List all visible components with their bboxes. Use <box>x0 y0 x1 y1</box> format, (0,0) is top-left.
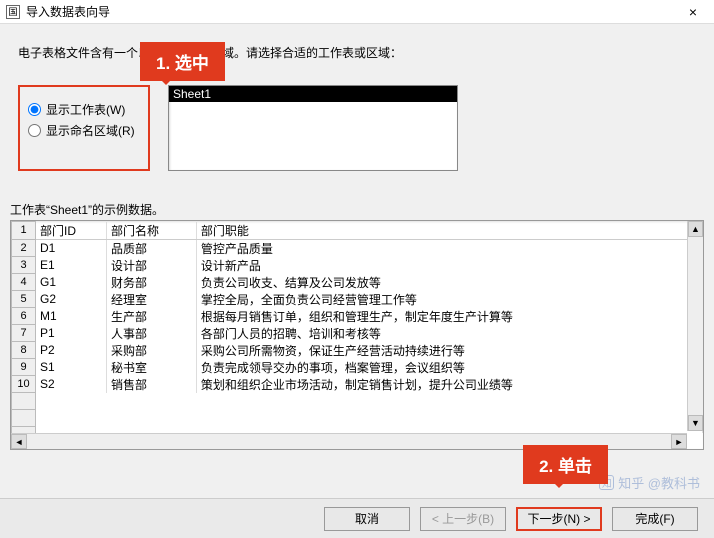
table-row: 8P2采购部采购公司所需物资，保证生产经营活动持续进行等 <box>12 342 703 359</box>
scroll-right-icon[interactable]: ► <box>671 434 687 449</box>
row-number: 7 <box>12 325 36 342</box>
table-cell: 设计部 <box>106 257 196 274</box>
row-number <box>12 410 36 427</box>
table-cell: 品质部 <box>106 239 196 257</box>
scroll-down-icon[interactable]: ▼ <box>688 415 703 431</box>
table-cell: 设计新产品 <box>196 257 702 274</box>
row-number: 1 <box>12 222 36 240</box>
column-header: 部门名称 <box>106 222 196 240</box>
table-cell: E1 <box>36 257 107 274</box>
listbox-item[interactable]: Sheet1 <box>169 86 457 102</box>
row-number: 9 <box>12 359 36 376</box>
column-header: 部门职能 <box>196 222 702 240</box>
app-icon: 国 <box>6 5 20 19</box>
table-cell <box>36 393 703 410</box>
table-cell: 生产部 <box>106 308 196 325</box>
titlebar: 国 导入数据表向导 × <box>0 0 714 24</box>
table-row: 2D1品质部管控产品质量 <box>12 239 703 257</box>
radio-show-named-ranges[interactable]: 显示命名区域(R) <box>28 122 140 139</box>
table-cell: P2 <box>36 342 107 359</box>
table-row: 3E1设计部设计新产品 <box>12 257 703 274</box>
table-cell: 采购公司所需物资，保证生产经营活动持续进行等 <box>196 342 702 359</box>
row-number: 4 <box>12 274 36 291</box>
footer: 取消 < 上一步(B) 下一步(N) > 完成(F) <box>0 498 714 538</box>
table-cell: 采购部 <box>106 342 196 359</box>
cancel-button[interactable]: 取消 <box>324 507 410 531</box>
scroll-up-icon[interactable]: ▲ <box>688 221 703 237</box>
table-header-row: 1部门ID部门名称部门职能 <box>12 222 703 240</box>
table-row: 7P1人事部各部门人员的招聘、培训和考核等 <box>12 325 703 342</box>
window-title: 导入数据表向导 <box>26 3 678 20</box>
table-row <box>12 393 703 410</box>
table-row: 10S2销售部策划和组织企业市场活动，制定销售计划，提升公司业绩等 <box>12 376 703 393</box>
table-cell: M1 <box>36 308 107 325</box>
table-cell: 策划和组织企业市场活动，制定销售计划，提升公司业绩等 <box>196 376 702 393</box>
table-cell: 人事部 <box>106 325 196 342</box>
table-cell: 秘书室 <box>106 359 196 376</box>
watermark: 知 知乎 @教科书 <box>599 473 700 492</box>
row-number: 2 <box>12 239 36 257</box>
table-cell: 掌控全局，全面负责公司经营管理工作等 <box>196 291 702 308</box>
table-row: 4G1财务部负责公司收支、结算及公司发放等 <box>12 274 703 291</box>
table-cell: S2 <box>36 376 107 393</box>
row-number <box>12 393 36 410</box>
table-cell <box>36 410 703 427</box>
scroll-left-icon[interactable]: ◄ <box>11 434 27 449</box>
radio-show-named-ranges-label: 显示命名区域(R) <box>46 122 135 139</box>
watermark-text: 知乎 @教科书 <box>618 473 700 492</box>
table-cell: 销售部 <box>106 376 196 393</box>
table-cell: 经理室 <box>106 291 196 308</box>
row-number: 8 <box>12 342 36 359</box>
sample-table-container: 1部门ID部门名称部门职能2D1品质部管控产品质量3E1设计部设计新产品4G1财… <box>10 220 704 450</box>
table-cell: S1 <box>36 359 107 376</box>
sample-table: 1部门ID部门名称部门职能2D1品质部管控产品质量3E1设计部设计新产品4G1财… <box>11 221 703 433</box>
callout-select: 1. 选中 <box>140 42 225 81</box>
radio-show-worksheets-input[interactable] <box>28 103 41 116</box>
finish-button[interactable]: 完成(F) <box>612 507 698 531</box>
table-row: 5G2经理室掌控全局，全面负责公司经营管理工作等 <box>12 291 703 308</box>
next-button[interactable]: 下一步(N) > <box>516 507 602 531</box>
table-row <box>12 410 703 427</box>
callout-click: 2. 单击 <box>523 445 608 484</box>
radio-group: 显示工作表(W) 显示命名区域(R) <box>18 85 150 171</box>
row-number: 10 <box>12 376 36 393</box>
vertical-scrollbar[interactable]: ▲ ▼ <box>687 221 703 431</box>
close-button[interactable]: × <box>678 2 708 22</box>
table-cell: 财务部 <box>106 274 196 291</box>
table-cell: G2 <box>36 291 107 308</box>
sample-data-label: 工作表“Sheet1”的示例数据。 <box>10 201 714 218</box>
radio-show-named-ranges-input[interactable] <box>28 124 41 137</box>
table-cell: 根据每月销售订单，组织和管理生产，制定年度生产计算等 <box>196 308 702 325</box>
table-cell: 负责公司收支、结算及公司发放等 <box>196 274 702 291</box>
table-cell: 负责完成领导交办的事项，档案管理，会议组织等 <box>196 359 702 376</box>
radio-show-worksheets[interactable]: 显示工作表(W) <box>28 101 140 118</box>
table-row: 6M1生产部根据每月销售订单，组织和管理生产，制定年度生产计算等 <box>12 308 703 325</box>
table-cell: 各部门人员的招聘、培训和考核等 <box>196 325 702 342</box>
table-cell: G1 <box>36 274 107 291</box>
row-number: 3 <box>12 257 36 274</box>
table-cell: 管控产品质量 <box>196 239 702 257</box>
row-number: 5 <box>12 291 36 308</box>
table-row: 9S1秘书室负责完成领导交办的事项，档案管理，会议组织等 <box>12 359 703 376</box>
column-header: 部门ID <box>36 222 107 240</box>
back-button: < 上一步(B) <box>420 507 506 531</box>
instruction-text: 电子表格文件含有一个以上工作表或区域。请选择合适的工作表或区域： <box>18 44 696 61</box>
radio-show-worksheets-label: 显示工作表(W) <box>46 101 125 118</box>
table-cell: D1 <box>36 239 107 257</box>
table-cell: P1 <box>36 325 107 342</box>
worksheet-listbox[interactable]: Sheet1 <box>168 85 458 171</box>
row-number: 6 <box>12 308 36 325</box>
